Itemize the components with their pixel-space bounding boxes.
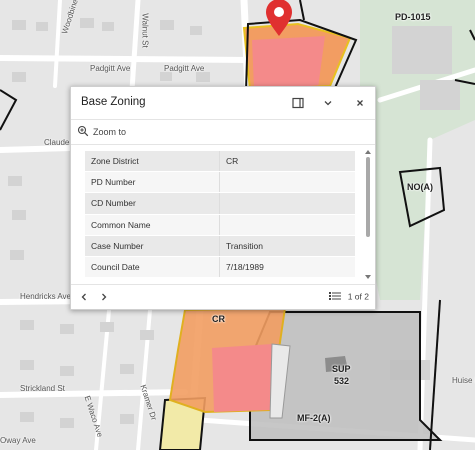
popup-footer: 1 of 2 xyxy=(71,284,375,309)
table-row: PD Number xyxy=(85,171,355,194)
table-row: CD Number xyxy=(85,192,355,215)
dock-icon[interactable] xyxy=(291,96,305,110)
attribute-value xyxy=(219,171,355,194)
attribute-value: 7/18/1989 xyxy=(219,256,355,277)
chevron-down-icon[interactable] xyxy=(321,96,335,110)
street-label: Claude xyxy=(44,138,70,147)
attribute-table: Zone District CR PD Number CD Number Common … xyxy=(85,151,355,277)
street-label: Huise B xyxy=(452,376,475,385)
table-row: Zone District CR xyxy=(85,151,355,173)
attribute-value: CR xyxy=(219,151,355,173)
street-label: Hendricks Ave xyxy=(20,292,71,301)
street-label: Oway Ave xyxy=(0,436,36,445)
zoom-to-button[interactable]: Zoom to xyxy=(71,119,375,145)
table-row: Case Number Transition xyxy=(85,235,355,257)
attribute-key: Case Number xyxy=(85,235,220,257)
attribute-value: Transition xyxy=(219,235,355,257)
attribute-value xyxy=(219,214,355,236)
pager-text: 1 of 2 xyxy=(347,291,369,302)
attribute-value xyxy=(219,192,355,215)
street-label: Walnut St xyxy=(140,13,150,48)
scrollbar[interactable] xyxy=(364,149,372,281)
zone-label: 532 xyxy=(334,376,350,386)
zone-label: CR xyxy=(212,314,225,324)
chevron-left-icon[interactable] xyxy=(77,290,91,304)
zoom-in-icon xyxy=(77,125,89,139)
table-row: Common Name xyxy=(85,214,355,236)
attribute-key: Zone District xyxy=(85,151,220,173)
feature-pager[interactable]: 1 of 2 xyxy=(329,291,369,303)
popup-title: Base Zoning xyxy=(81,96,146,108)
popup-header: Base Zoning xyxy=(71,87,375,119)
zone-label: NO(A) xyxy=(407,182,433,192)
street-label: Padgitt Ave xyxy=(90,64,131,73)
zoom-to-label: Zoom to xyxy=(93,127,127,137)
list-icon[interactable] xyxy=(329,291,342,303)
table-row: Council Date 7/18/1989 xyxy=(85,256,355,277)
attribute-key: CD Number xyxy=(85,192,220,215)
zone-label: PD-1015 xyxy=(395,12,431,22)
attribute-key: PD Number xyxy=(85,171,220,194)
street-label: Padgitt Ave xyxy=(164,64,205,73)
close-icon[interactable] xyxy=(353,96,367,110)
chevron-right-icon[interactable] xyxy=(97,290,111,304)
zone-label: MF-2(A) xyxy=(297,413,331,423)
attribute-key: Common Name xyxy=(85,214,220,236)
feature-popup: Base Zoning Zoom to Zone District CR PD Nu… xyxy=(70,86,376,310)
street-label: Strickland St xyxy=(20,384,65,393)
zone-label: SUP xyxy=(332,364,351,374)
attribute-key: Council Date xyxy=(85,256,220,277)
